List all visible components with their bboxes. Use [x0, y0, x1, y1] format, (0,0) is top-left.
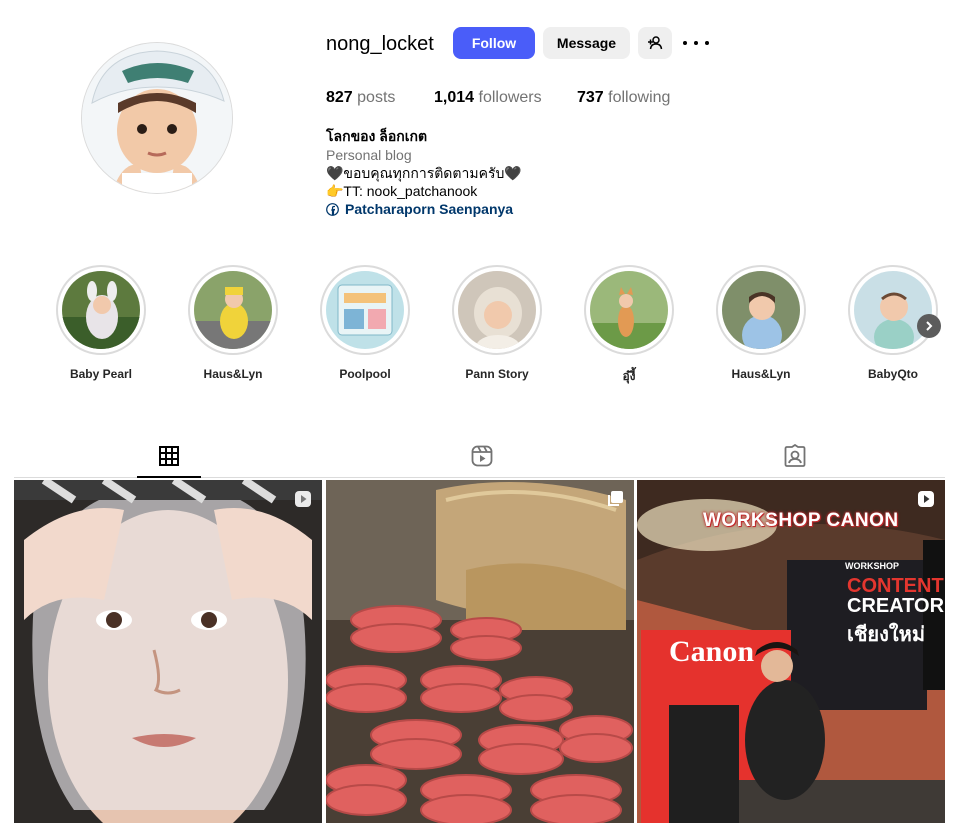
highlights-next-button[interactable]	[917, 314, 941, 338]
active-tab-indicator	[137, 476, 201, 478]
post-screen-text: WORKSHOP	[845, 561, 899, 571]
post-screen-text: เชียงใหม่	[847, 624, 926, 646]
highlight-item[interactable]: Haus&Lyn	[188, 265, 278, 381]
highlight-label: BabyQto	[867, 367, 918, 381]
bio-facebook-link[interactable]: Patcharaporn Saenpanya	[326, 200, 513, 218]
more-options-icon[interactable]	[683, 34, 709, 52]
reels-icon	[471, 445, 493, 467]
highlight-item[interactable]: Haus&Lyn	[716, 265, 806, 381]
bio-link-text: Patcharaporn Saenpanya	[345, 201, 514, 217]
carousel-badge-icon	[606, 490, 624, 508]
profile-avatar[interactable]	[81, 42, 233, 194]
highlight-cover	[722, 271, 800, 349]
reel-badge-icon	[917, 490, 935, 508]
post-thumbnail[interactable]	[14, 480, 322, 823]
post-overlay-title: WORKSHOP CANON	[703, 510, 899, 531]
post-screen-text: CREATOR	[847, 595, 945, 617]
bio-category: Personal blog	[326, 147, 412, 163]
message-button[interactable]: Message	[543, 27, 630, 59]
following-stat[interactable]: 737 following	[577, 89, 670, 107]
highlight-label: Pann Story	[465, 367, 529, 381]
highlight-item[interactable]: Baby Pearl	[56, 265, 146, 381]
bio-name: โลกของ ล็อกเกต	[326, 128, 428, 144]
highlight-label: Poolpool	[339, 367, 391, 381]
post-thumbnail[interactable]: WORKSHOP CANON WORKSHOP CONTENT CREATOR …	[637, 480, 945, 823]
tab-tagged[interactable]	[783, 443, 807, 468]
highlight-label: Haus&Lyn	[731, 367, 791, 381]
highlight-cover	[194, 271, 272, 349]
bio-line: 🖤ขอบคุณทุกการติดตามครับ🖤	[326, 165, 522, 181]
highlight-label: อุ๋งี้	[622, 369, 636, 383]
posts-label: posts	[357, 89, 396, 106]
post-thumbnail[interactable]	[326, 480, 634, 823]
reel-badge-icon	[294, 490, 312, 508]
highlight-item[interactable]: อุ๋งี้	[584, 265, 674, 386]
posts-count: 827	[326, 89, 353, 106]
posts-stat: 827 posts	[326, 89, 395, 107]
facebook-icon	[326, 202, 339, 216]
followers-stat[interactable]: 1,014 followers	[434, 89, 542, 107]
tab-reels[interactable]	[470, 444, 494, 468]
highlight-label: Baby Pearl	[69, 367, 133, 381]
post-brand-logo: Canon	[669, 635, 755, 668]
tab-posts[interactable]	[157, 444, 181, 468]
grid-icon	[159, 446, 179, 466]
highlight-cover	[326, 271, 404, 349]
add-person-icon	[648, 36, 663, 50]
highlight-item[interactable]: Poolpool	[320, 265, 410, 381]
suggested-users-button[interactable]	[638, 27, 672, 59]
profile-username: nong_locket	[326, 33, 434, 55]
followers-label: followers	[478, 89, 542, 106]
highlight-label: Haus&Lyn	[203, 367, 263, 381]
highlight-cover	[458, 271, 536, 349]
following-count: 737	[577, 89, 604, 106]
following-label: following	[608, 89, 671, 106]
followers-count: 1,014	[434, 89, 475, 106]
follow-button[interactable]: Follow	[453, 27, 535, 59]
highlight-cover	[590, 271, 668, 349]
highlight-cover	[854, 271, 932, 349]
highlight-cover	[62, 271, 140, 349]
chevron-right-icon	[926, 321, 933, 331]
tagged-icon	[784, 443, 806, 467]
highlight-item[interactable]: Pann Story	[452, 265, 542, 381]
bio-line: 👉TT: nook_patchanook	[326, 183, 478, 199]
